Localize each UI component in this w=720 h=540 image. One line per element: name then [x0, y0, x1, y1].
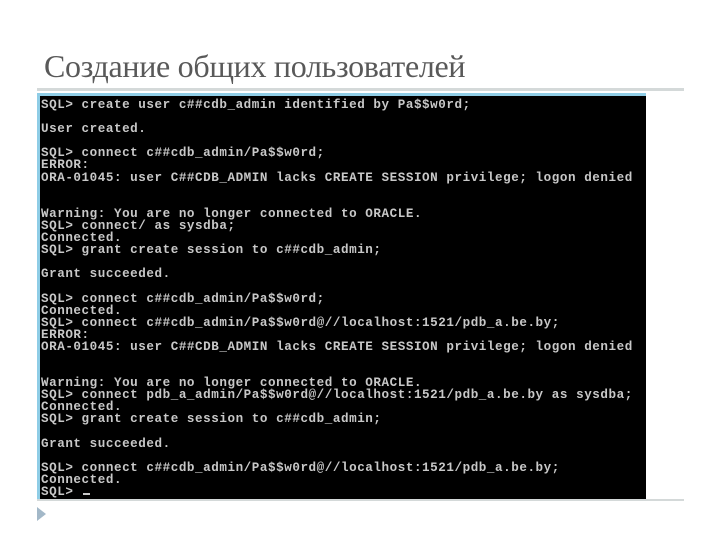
terminal-line: Grant succeeded.	[41, 436, 171, 451]
slide-title: Создание общих пользователей	[44, 48, 466, 84]
terminal-window[interactable]: SQL> create user c##cdb_admin identified…	[37, 93, 646, 499]
terminal-line: SQL> create user c##cdb_admin identified…	[41, 98, 471, 112]
terminal-prompt-line[interactable]: SQL>	[41, 486, 646, 498]
terminal-line: ORA-01045: user C##CDB_ADMIN lacks CREAT…	[41, 170, 633, 185]
terminal-prompt: SQL>	[41, 485, 82, 499]
terminal-line: ORA-01045: user C##CDB_ADMIN lacks CREAT…	[41, 339, 633, 354]
triangle-right-icon	[37, 507, 46, 521]
terminal-line: SQL> connect c##cdb_admin/Pa$$w0rd@//loc…	[41, 460, 560, 475]
title-divider	[37, 88, 684, 91]
terminal-output: SQL> create user c##cdb_admin identified…	[40, 96, 646, 499]
terminal-line: SQL> grant create session to c##cdb_admi…	[41, 243, 382, 258]
terminal-line: Connected.	[41, 472, 123, 487]
text-cursor	[82, 493, 90, 495]
terminal-line: User created.	[41, 122, 147, 137]
terminal-line: SQL> connect c##cdb_admin/Pa$$w0rd;	[41, 291, 325, 306]
terminal-line: SQL> connect pdb_a_admin/Pa$$w0rd@//loca…	[41, 388, 633, 403]
terminal-line: Connected.	[41, 303, 123, 318]
terminal-line: SQL> connect/ as sysdba;	[41, 218, 236, 233]
terminal-line: SQL> grant create session to c##cdb_admi…	[41, 412, 382, 427]
terminal-line: Grant succeeded.	[41, 267, 171, 282]
terminal-line: ERROR:	[41, 158, 90, 173]
bottom-divider	[37, 499, 684, 501]
terminal-line: SQL> connect c##cdb_admin/Pa$$w0rd;	[41, 146, 325, 161]
terminal-line: SQL> connect c##cdb_admin/Pa$$w0rd@//loc…	[41, 315, 560, 330]
